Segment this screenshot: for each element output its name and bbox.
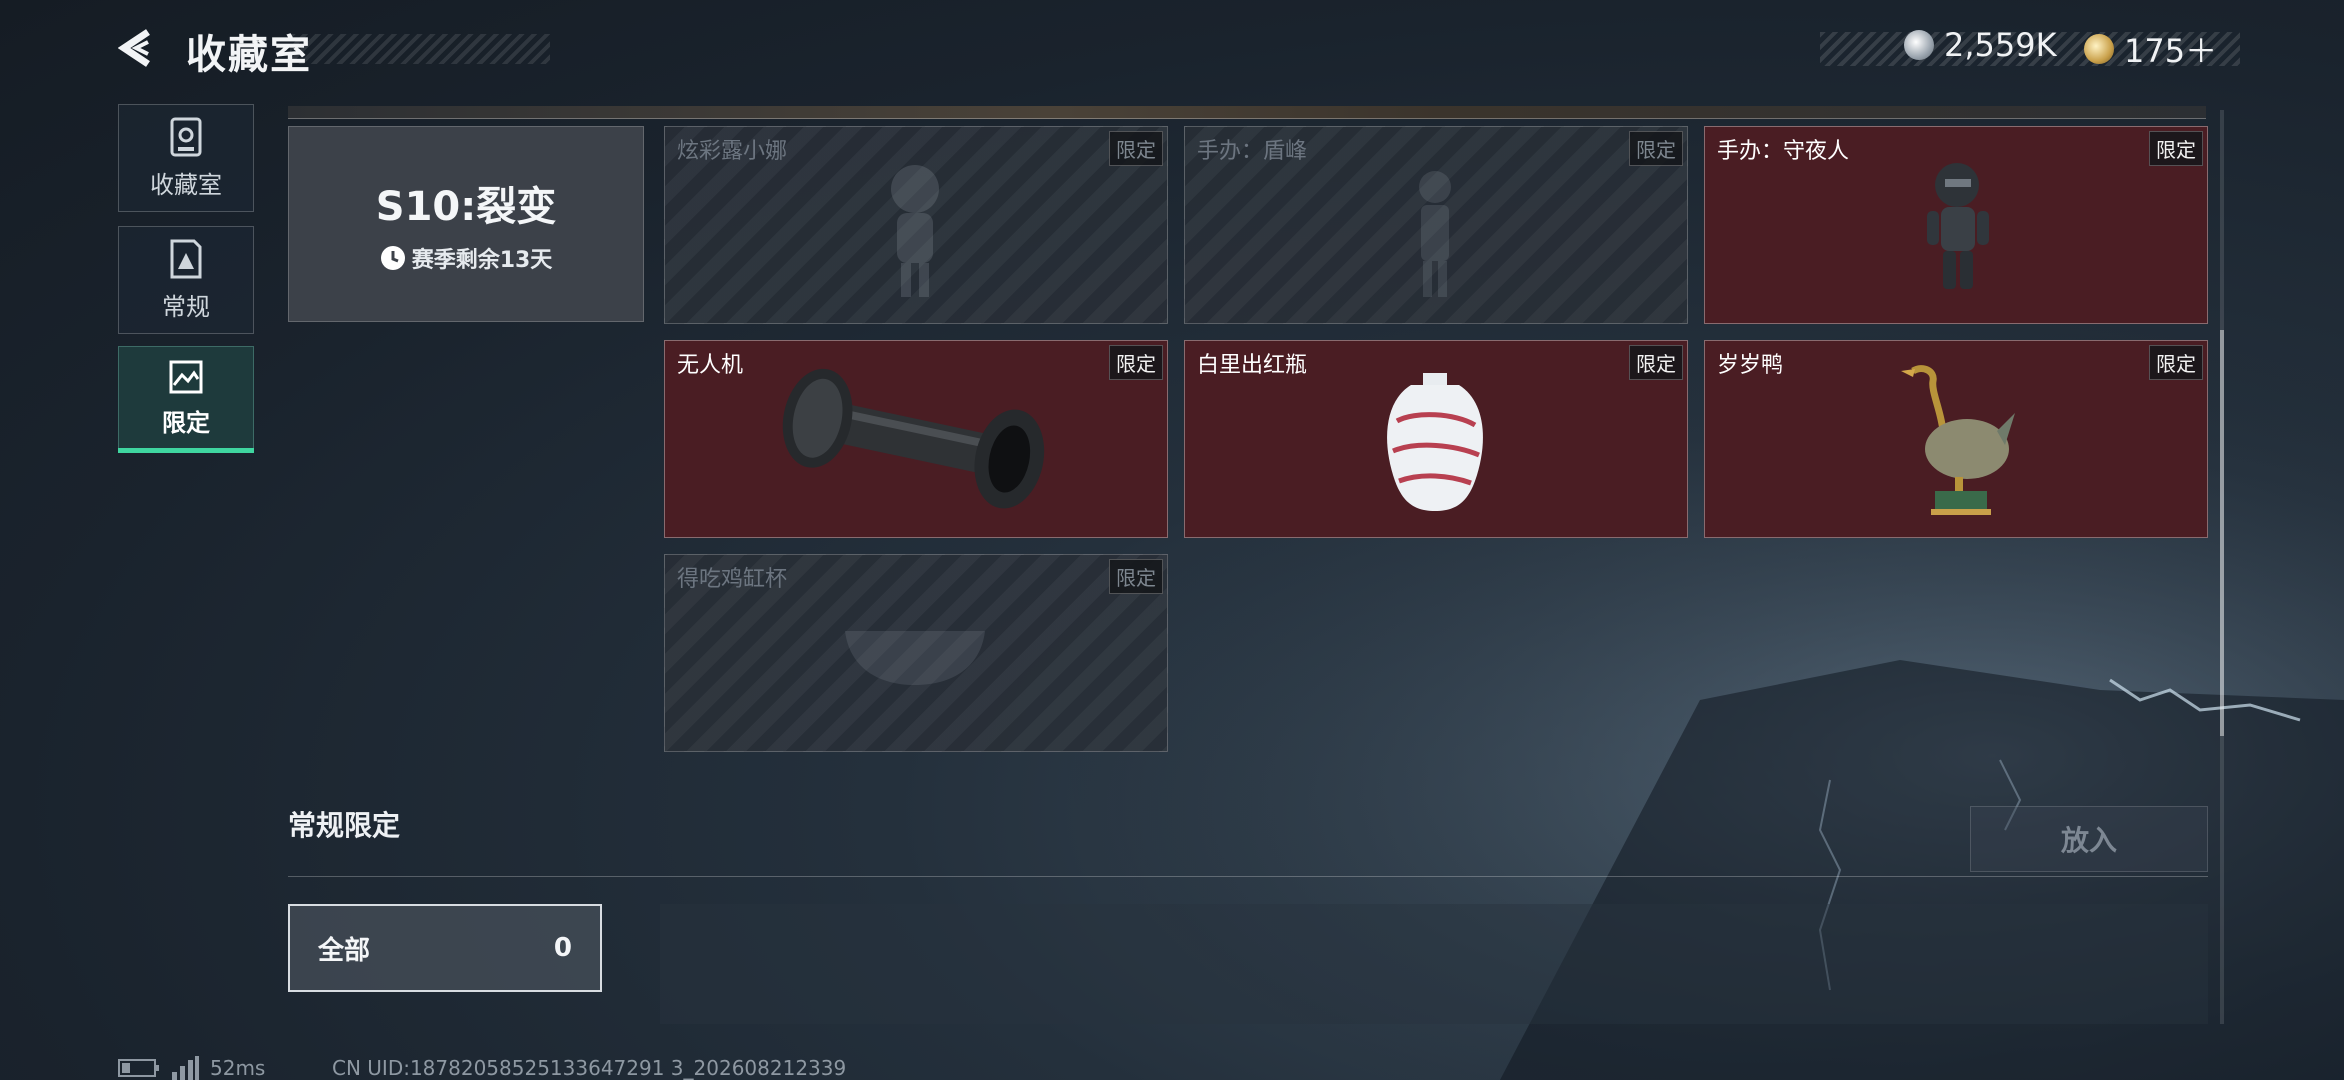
- season-card: S10:裂变 赛季剩余13天: [288, 126, 644, 322]
- item-card-red-vase[interactable]: 白里出红瓶 限定: [1184, 340, 1688, 538]
- nav-item-regular[interactable]: 常规: [118, 226, 254, 334]
- section-divider: [288, 876, 2208, 877]
- item-card-night-watcher[interactable]: 手办：守夜人 限定: [1704, 126, 2208, 324]
- filter-all-button[interactable]: 全部 0: [288, 904, 602, 992]
- item-name: 无人机: [677, 353, 744, 378]
- limited-tag: 限定: [1109, 131, 1163, 166]
- status-footer: 52ms: [118, 1056, 265, 1080]
- vault-icon: [170, 117, 202, 156]
- uid-footer: CN UID:18782058525133647291 3_2026082123…: [332, 1056, 846, 1080]
- document-icon: [170, 239, 202, 278]
- nav-label-vault: 收藏室: [150, 170, 222, 199]
- limited-tag: 限定: [1109, 345, 1163, 380]
- signal-icon: [172, 1056, 199, 1080]
- back-arrow-icon: [118, 29, 150, 67]
- limited-tag: 限定: [2149, 345, 2203, 380]
- item-name: 得吃鸡缸杯: [677, 567, 788, 592]
- item-card-chicken-cup[interactable]: 得吃鸡缸杯 限定: [664, 554, 1168, 752]
- limited-tag: 限定: [1109, 559, 1163, 594]
- limited-tag: 限定: [2149, 131, 2203, 166]
- gallery-icon: [169, 360, 203, 393]
- uid-text: CN UID:18782058525133647291 3_2026082123…: [332, 1056, 847, 1080]
- item-name: 岁岁鸭: [1717, 353, 1784, 378]
- silver-amount: 2,559K: [1944, 26, 2057, 64]
- nav-label-limited: 限定: [162, 408, 210, 437]
- item-card-drone[interactable]: 无人机 限定: [664, 340, 1168, 538]
- top-banner-strip: [288, 106, 2206, 119]
- item-card-xuancai-luxiaona[interactable]: 炫彩露小娜 限定: [664, 126, 1168, 324]
- ping-text: 52ms: [210, 1056, 266, 1080]
- item-name: 白里出红瓶: [1197, 353, 1308, 378]
- back-button[interactable]: [116, 26, 160, 70]
- limited-tag: 限定: [1629, 131, 1683, 166]
- silver-currency: 2,559K: [1904, 26, 2057, 64]
- season-title: S10:裂变: [375, 184, 557, 230]
- item-name: 手办：守夜人: [1717, 139, 1850, 164]
- clock-icon: [380, 246, 405, 270]
- active-tab-indicator: [118, 448, 254, 453]
- gold-coin-icon: [2084, 34, 2114, 64]
- season-remaining-text: 赛季剩余13天: [411, 248, 553, 273]
- item-name: 手办：盾峰: [1197, 139, 1308, 164]
- battery-icon: [118, 1059, 159, 1077]
- nav-item-vault[interactable]: 收藏室: [118, 104, 254, 212]
- put-in-button[interactable]: 放入: [1970, 806, 2208, 872]
- silver-coin-icon: [1904, 30, 1934, 60]
- filter-label: 全部: [318, 935, 371, 966]
- header-decoration: [290, 34, 550, 64]
- item-card-shield-peak[interactable]: 手办：盾峰 限定: [1184, 126, 1688, 324]
- section-title: 常规限定: [288, 809, 401, 842]
- season-remaining: 赛季剩余13天: [380, 242, 553, 274]
- item-name: 炫彩露小娜: [677, 139, 788, 164]
- filter-count: 0: [553, 933, 572, 963]
- scrollbar-thumb[interactable]: [2220, 330, 2224, 736]
- gold-amount: 175＋: [2124, 32, 2218, 70]
- gold-currency: 175＋: [2084, 26, 2217, 72]
- nav-item-limited[interactable]: 限定: [118, 346, 254, 450]
- item-card-suisui-duck[interactable]: 岁岁鸭 限定: [1704, 340, 2208, 538]
- limited-tag: 限定: [1629, 345, 1683, 380]
- slot-panel: [660, 904, 2208, 1024]
- nav-label-regular: 常规: [162, 292, 210, 321]
